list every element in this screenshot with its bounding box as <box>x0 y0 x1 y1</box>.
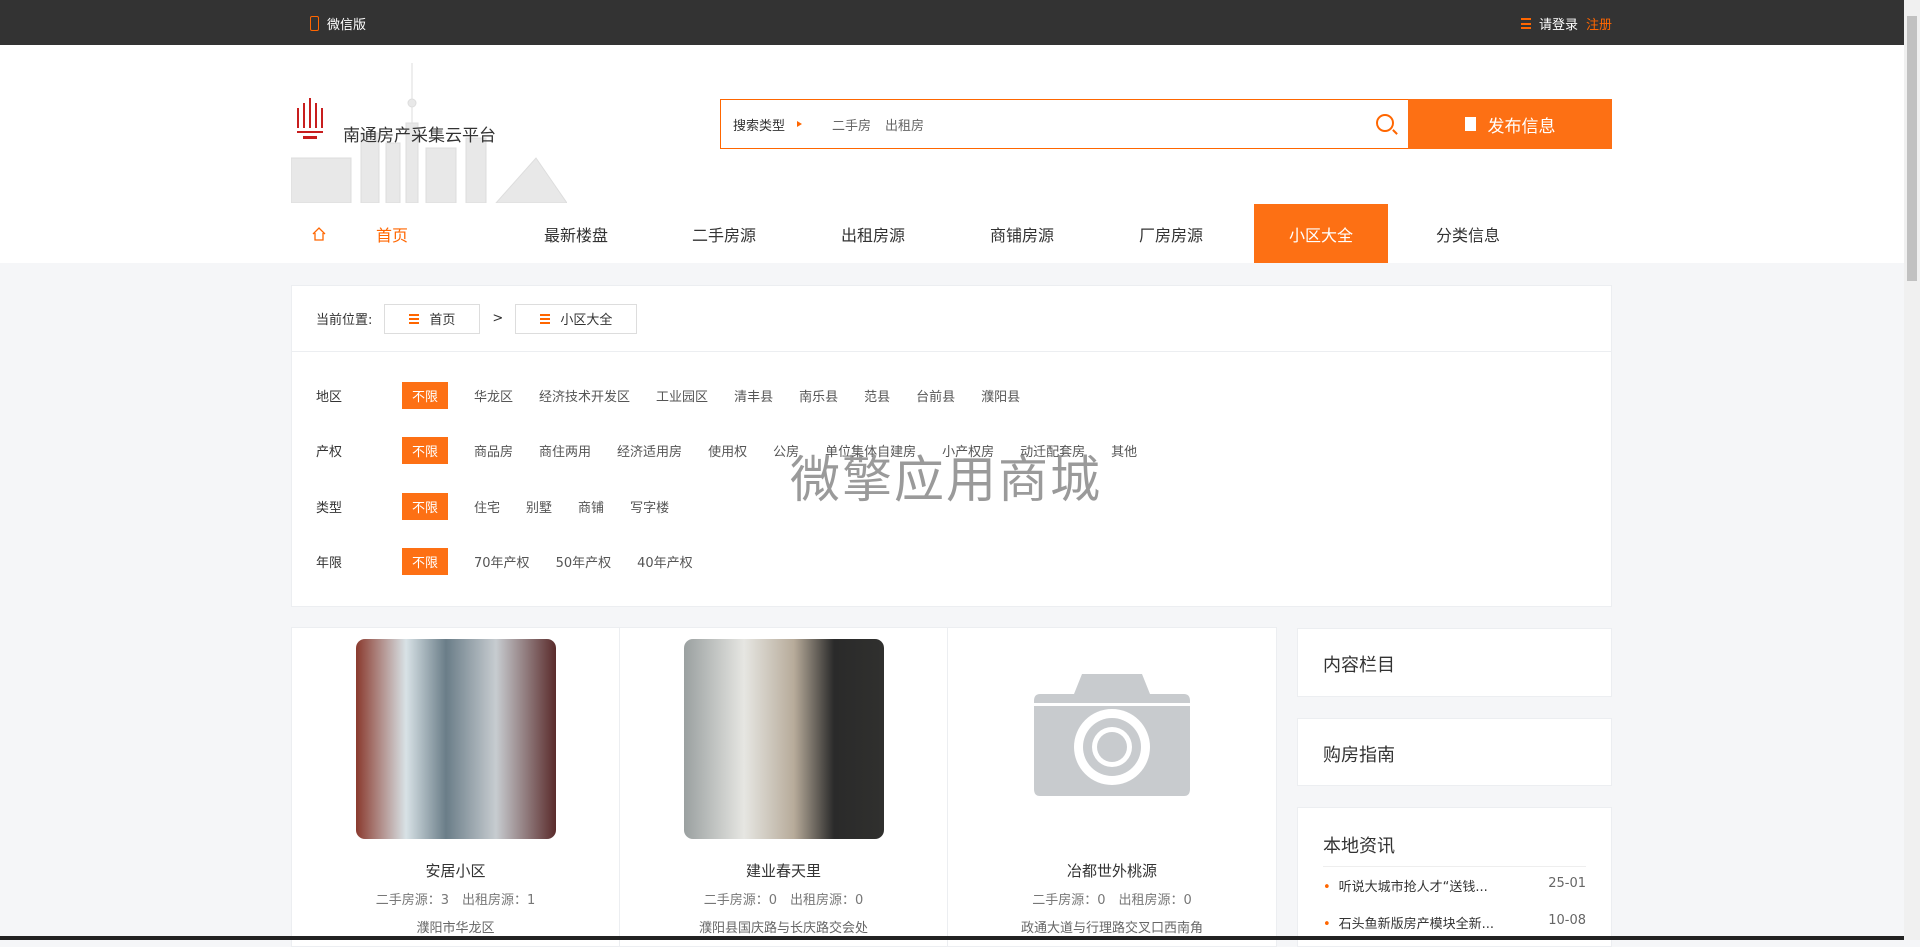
publish-button[interactable]: 发布信息 <box>1408 99 1612 149</box>
filter-option[interactable]: 不限 <box>402 437 449 464</box>
breadcrumb-home[interactable]: 首页 <box>384 303 481 334</box>
filter-option[interactable]: 工业园区 <box>656 383 708 408</box>
community-photo[interactable] <box>356 639 556 839</box>
filter-option[interactable]: 其他 <box>1111 438 1137 463</box>
logo-text: 南通房产采集云平台 <box>343 126 496 146</box>
site-logo[interactable]: 南通房产采集云平台 <box>291 63 567 203</box>
filter-label: 地区 <box>316 390 343 405</box>
filter-option[interactable]: 濮阳县 <box>981 383 1020 408</box>
breadcrumb-separator: > <box>492 311 504 326</box>
filter-option[interactable]: 使用权 <box>708 438 747 463</box>
community-address: 濮阳县国庆路与长庆路交会处 <box>698 921 868 936</box>
filter-row: 年限 不限 70年产权 50年产权 40年产权 <box>316 548 719 575</box>
sidebar-local-news: 本地资讯 听说大城市抢人才“送钱... 25-01 石头鱼新版房产模块全新... 1… <box>1297 807 1612 947</box>
filter-row: 地区 不限 华龙区 经济技术开发区 工业园区 清丰县 南乐县 范县 台前县 濮阳县 <box>316 382 1046 409</box>
breadcrumb-label: 当前位置: <box>316 313 373 328</box>
filter-option[interactable]: 南乐县 <box>799 383 838 408</box>
community-card[interactable]: 冶都世外桃源 二手房源：0 出租房源：0 政通大道与行理路交叉口西南角 <box>948 628 1276 946</box>
community-address: 濮阳市华龙区 <box>416 921 495 936</box>
community-stats: 二手房源：0 出租房源：0 <box>1032 893 1192 908</box>
document-icon <box>1464 117 1476 131</box>
nav-factory[interactable]: 厂房房源 <box>1104 204 1238 263</box>
search-option-rent[interactable]: 出租房 <box>885 115 924 134</box>
sidebar-heading: 本地资讯 <box>1323 836 1395 857</box>
community-stats: 二手房源：0 出租房源：0 <box>703 893 864 908</box>
filter-option[interactable]: 50年产权 <box>556 549 612 574</box>
camera-placeholder-icon <box>1034 674 1190 796</box>
filter-option[interactable]: 经济技术开发区 <box>539 383 630 408</box>
filter-label: 产权 <box>316 445 343 460</box>
filter-option[interactable]: 写字楼 <box>630 494 669 519</box>
nav-home[interactable]: 首页 <box>325 204 459 263</box>
nav-classifieds[interactable]: 分类信息 <box>1401 204 1535 263</box>
nav-new-buildings[interactable]: 最新楼盘 <box>509 204 643 263</box>
filter-option[interactable]: 清丰县 <box>734 383 773 408</box>
filter-option[interactable]: 商住两用 <box>539 438 591 463</box>
main-nav: 首页 最新楼盘 二手房源 出租房源 商铺房源 厂房房源 小区大全 分类信息 <box>0 204 1904 263</box>
sidebar-heading: 内容栏目 <box>1323 655 1395 676</box>
filter-label: 类型 <box>316 501 343 516</box>
breadcrumb-text: 首页 <box>429 313 456 328</box>
filter-row: 类型 不限 住宅 别墅 商铺 写字楼 <box>316 493 695 520</box>
menu-icon <box>409 313 420 324</box>
bottom-edge <box>0 936 1904 940</box>
search-icon[interactable] <box>1376 114 1394 132</box>
community-card[interactable]: 安居小区 二手房源：3 出租房源：1 濮阳市华龙区 <box>292 628 620 946</box>
register-link[interactable]: 注册 <box>1586 14 1612 33</box>
watermark: 微擎应用商城 <box>790 451 1102 509</box>
community-name[interactable]: 建业春天里 <box>620 860 947 881</box>
breadcrumb-text: 小区大全 <box>560 313 613 328</box>
wechat-link[interactable]: 微信版 <box>310 14 366 33</box>
community-name[interactable]: 冶都世外桃源 <box>948 860 1276 881</box>
search-type-select[interactable]: 搜索类型 <box>733 115 785 134</box>
scrollbar-thumb[interactable] <box>1907 16 1917 281</box>
caret-right-icon <box>797 121 803 127</box>
publish-label: 发布信息 <box>1487 116 1556 137</box>
nav-rental[interactable]: 出租房源 <box>806 204 940 263</box>
news-item[interactable]: 石头鱼新版房产模块全新... 10-08 <box>1323 913 1586 932</box>
community-card[interactable]: 建业春天里 二手房源：0 出租房源：0 濮阳县国庆路与长庆路交会处 <box>620 628 948 946</box>
filter-label: 年限 <box>316 556 343 571</box>
filter-option[interactable]: 不限 <box>402 548 449 575</box>
community-list: 安居小区 二手房源：3 出租房源：1 濮阳市华龙区 建业春天里 二手房源：0 出… <box>291 627 1277 947</box>
news-title[interactable]: 石头鱼新版房产模块全新... <box>1323 913 1494 932</box>
news-item[interactable]: 听说大城市抢人才“送钱... 25-01 <box>1323 876 1586 895</box>
news-title[interactable]: 听说大城市抢人才“送钱... <box>1323 876 1488 895</box>
sidebar-heading: 购房指南 <box>1323 745 1395 766</box>
filter-option[interactable]: 商铺 <box>578 494 604 519</box>
search-bar[interactable]: 搜索类型 二手房 出租房 <box>720 99 1408 149</box>
filter-option[interactable]: 70年产权 <box>474 549 530 574</box>
community-stats: 二手房源：3 出租房源：1 <box>375 893 536 908</box>
news-date: 25-01 <box>1548 876 1586 891</box>
filter-option[interactable]: 住宅 <box>474 494 500 519</box>
sidebar-content-columns[interactable]: 内容栏目 <box>1297 628 1612 697</box>
filter-option[interactable]: 范县 <box>864 383 890 408</box>
wechat-label: 微信版 <box>327 18 367 33</box>
menu-icon <box>540 313 551 324</box>
filter-option[interactable]: 不限 <box>402 493 449 520</box>
community-name[interactable]: 安居小区 <box>292 860 619 881</box>
search-option-secondhand[interactable]: 二手房 <box>832 115 871 134</box>
community-photo[interactable] <box>684 639 884 839</box>
phone-icon <box>310 16 319 31</box>
community-address: 政通大道与行理路交叉口西南角 <box>1020 921 1203 936</box>
nav-secondhand[interactable]: 二手房源 <box>657 204 791 263</box>
breadcrumb-current[interactable]: 小区大全 <box>515 303 638 334</box>
filter-option[interactable]: 不限 <box>402 382 449 409</box>
filter-option[interactable]: 商品房 <box>474 438 513 463</box>
breadcrumb: 当前位置: 首页 > 小区大全 <box>292 286 1611 352</box>
news-date: 10-08 <box>1548 913 1586 928</box>
filter-option[interactable]: 经济适用房 <box>617 438 682 463</box>
menu-icon <box>1520 18 1531 29</box>
filter-option[interactable]: 别墅 <box>526 494 552 519</box>
filter-option[interactable]: 40年产权 <box>637 549 693 574</box>
nav-communities[interactable]: 小区大全 <box>1254 204 1388 263</box>
filter-option[interactable]: 华龙区 <box>474 383 513 408</box>
filter-option[interactable]: 台前县 <box>916 383 955 408</box>
scrollbar[interactable] <box>1904 0 1920 940</box>
nav-shops[interactable]: 商铺房源 <box>955 204 1089 263</box>
sidebar-buying-guide[interactable]: 购房指南 <box>1297 718 1612 786</box>
top-bar: 微信版 请登录 注册 <box>0 0 1904 45</box>
login-link[interactable]: 请登录 <box>1539 14 1578 33</box>
